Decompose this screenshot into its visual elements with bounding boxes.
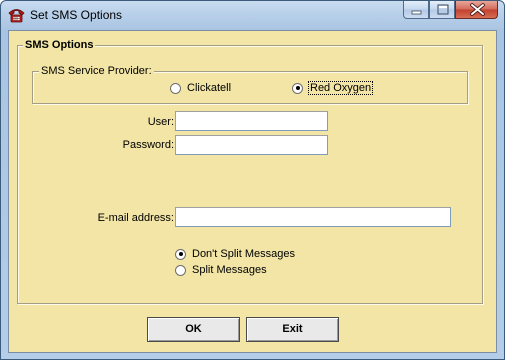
radio-red-oxygen-label: Red Oxygen bbox=[307, 81, 374, 95]
phone-app-icon bbox=[8, 7, 25, 23]
radio-red-oxygen-indicator bbox=[292, 82, 303, 94]
caption-buttons bbox=[403, 1, 498, 20]
radio-dont-split-label: Don't Split Messages bbox=[192, 248, 295, 260]
radio-clickatell[interactable]: Clickatell bbox=[170, 82, 231, 94]
sms-options-window: Set SMS Options SMS Options SMS Service … bbox=[0, 0, 505, 360]
user-input[interactable] bbox=[175, 111, 328, 131]
password-label: Password: bbox=[122, 139, 174, 151]
minimize-button[interactable] bbox=[403, 1, 429, 19]
radio-split-label: Split Messages bbox=[192, 264, 267, 276]
radio-split-messages[interactable]: Split Messages bbox=[175, 264, 267, 276]
close-button[interactable] bbox=[455, 1, 498, 19]
radio-clickatell-indicator bbox=[170, 82, 181, 94]
sms-options-group-label: SMS Options bbox=[23, 39, 96, 51]
radio-red-oxygen[interactable]: Red Oxygen bbox=[292, 81, 374, 95]
radio-dont-split-indicator bbox=[175, 248, 186, 260]
email-input[interactable] bbox=[175, 207, 451, 227]
window-title: Set SMS Options bbox=[30, 8, 123, 22]
sms-provider-group-label: SMS Service Provider: bbox=[39, 65, 154, 77]
radio-split-indicator bbox=[175, 264, 186, 276]
email-label: E-mail address: bbox=[97, 212, 174, 224]
user-label: User: bbox=[147, 116, 174, 128]
password-input[interactable] bbox=[175, 135, 328, 155]
radio-clickatell-label: Clickatell bbox=[187, 82, 232, 94]
radio-dont-split-messages[interactable]: Don't Split Messages bbox=[175, 248, 295, 260]
maximize-button[interactable] bbox=[429, 1, 455, 19]
exit-button[interactable]: Exit bbox=[246, 317, 339, 342]
maximize-icon bbox=[437, 4, 449, 15]
minimize-icon bbox=[411, 10, 422, 15]
ok-button[interactable]: OK bbox=[147, 317, 240, 342]
close-icon bbox=[470, 3, 485, 16]
title-bar[interactable]: Set SMS Options bbox=[1, 1, 504, 30]
dialog-client-area: SMS Options SMS Service Provider: Clicka… bbox=[8, 30, 497, 353]
